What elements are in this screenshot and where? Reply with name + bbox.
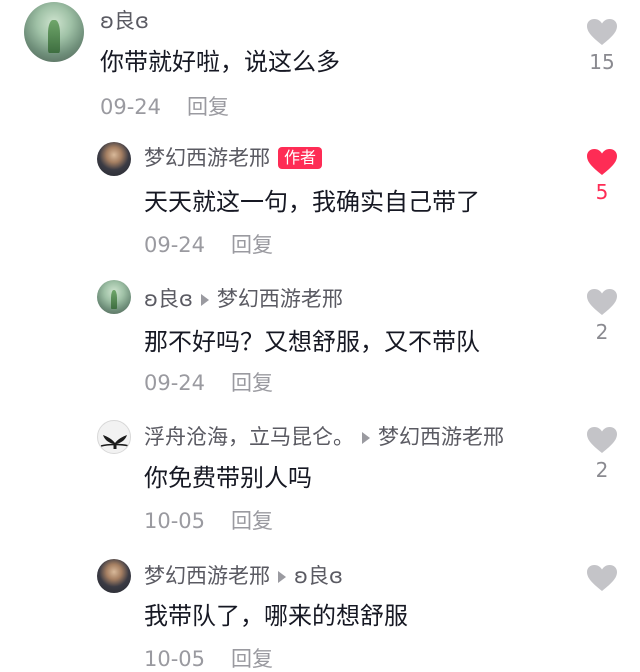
whale-tail-icon — [100, 435, 130, 449]
like-count: 15 — [589, 50, 615, 74]
comment-meta: 10-05 回复 — [144, 508, 273, 534]
comment-text[interactable]: 那不好吗？又想舒服，又不带队 — [144, 326, 480, 358]
comment: 梦幻西游老邢 ʚ良ɞ 我带队了，哪来的想舒服 10-05 回复 — [0, 550, 640, 671]
heart-icon — [587, 149, 617, 175]
comment-text[interactable]: 我带队了，哪来的想舒服 — [144, 600, 408, 632]
like-count: 5 — [595, 180, 609, 204]
comment: ʚ良ɞ 你带就好啦，说这么多 09-24 回复 15 — [0, 0, 640, 130]
like-count: 2 — [595, 320, 609, 344]
triangle-right-icon — [200, 293, 209, 306]
comment-meta: 09-24 回复 — [144, 370, 273, 396]
reply-to-username[interactable]: ʚ良ɞ — [294, 564, 343, 588]
heart-icon — [587, 565, 617, 591]
comment-text[interactable]: 天天就这一句，我确实自己带了 — [144, 186, 480, 218]
reply-to-username[interactable]: 梦幻西游老邢 — [217, 287, 343, 311]
author-badge: 作者 — [278, 147, 323, 169]
heart-icon — [587, 427, 617, 453]
comment: ʚ良ɞ 梦幻西游老邢 那不好吗？又想舒服，又不带队 09-24 回复 2 — [0, 270, 640, 410]
comment-username[interactable]: 梦幻西游老邢 ʚ良ɞ — [144, 563, 343, 589]
reply-to-username[interactable]: 梦幻西游老邢 — [378, 425, 504, 449]
username-text: 浮舟沧海，立马昆仑。 — [144, 425, 354, 449]
comment-username[interactable]: 浮舟沧海，立马昆仑。 梦幻西游老邢 — [144, 424, 504, 450]
reply-button[interactable]: 回复 — [231, 647, 273, 671]
comment-date: 09-24 — [144, 233, 206, 257]
comment-username[interactable]: ʚ良ɞ — [100, 8, 149, 34]
like-button[interactable]: 15 — [585, 18, 619, 74]
comment-date: 09-24 — [100, 95, 162, 119]
comment-username[interactable]: 梦幻西游老邢 作者 — [144, 145, 323, 171]
avatar[interactable] — [97, 280, 131, 314]
like-button[interactable]: 2 — [585, 426, 619, 482]
avatar[interactable] — [97, 420, 131, 454]
comment: 梦幻西游老邢 作者 天天就这一句，我确实自己带了 09-24 回复 5 — [0, 130, 640, 270]
like-button[interactable]: 5 — [585, 148, 619, 204]
comment-date: 10-05 — [144, 509, 206, 533]
username-text: ʚ良ɞ — [144, 287, 193, 311]
reply-button[interactable]: 回复 — [231, 371, 273, 395]
reply-button[interactable]: 回复 — [187, 95, 229, 119]
heart-icon — [587, 19, 617, 45]
comment-text[interactable]: 你带就好啦，说这么多 — [100, 46, 340, 78]
avatar[interactable] — [24, 2, 84, 62]
comment-username[interactable]: ʚ良ɞ 梦幻西游老邢 — [144, 286, 343, 312]
comment-meta: 09-24 回复 — [144, 232, 273, 258]
avatar[interactable] — [97, 142, 131, 176]
reply-button[interactable]: 回复 — [231, 233, 273, 257]
comment: 浮舟沧海，立马昆仑。 梦幻西游老邢 你免费带别人吗 10-05 回复 2 — [0, 410, 640, 550]
heart-icon — [587, 289, 617, 315]
comment-date: 09-24 — [144, 371, 206, 395]
username-text: 梦幻西游老邢 — [144, 146, 270, 170]
username-text: 梦幻西游老邢 — [144, 564, 270, 588]
triangle-right-icon — [278, 570, 286, 583]
like-button[interactable]: 2 — [585, 288, 619, 344]
comment-meta: 09-24 回复 — [100, 94, 229, 120]
reply-button[interactable]: 回复 — [231, 509, 273, 533]
like-count: 2 — [595, 458, 609, 482]
comment-meta: 10-05 回复 — [144, 646, 273, 672]
comment-date: 10-05 — [144, 647, 206, 671]
avatar[interactable] — [97, 559, 131, 593]
like-button[interactable] — [585, 564, 619, 592]
triangle-right-icon — [362, 431, 370, 444]
comment-text[interactable]: 你免费带别人吗 — [144, 462, 312, 494]
